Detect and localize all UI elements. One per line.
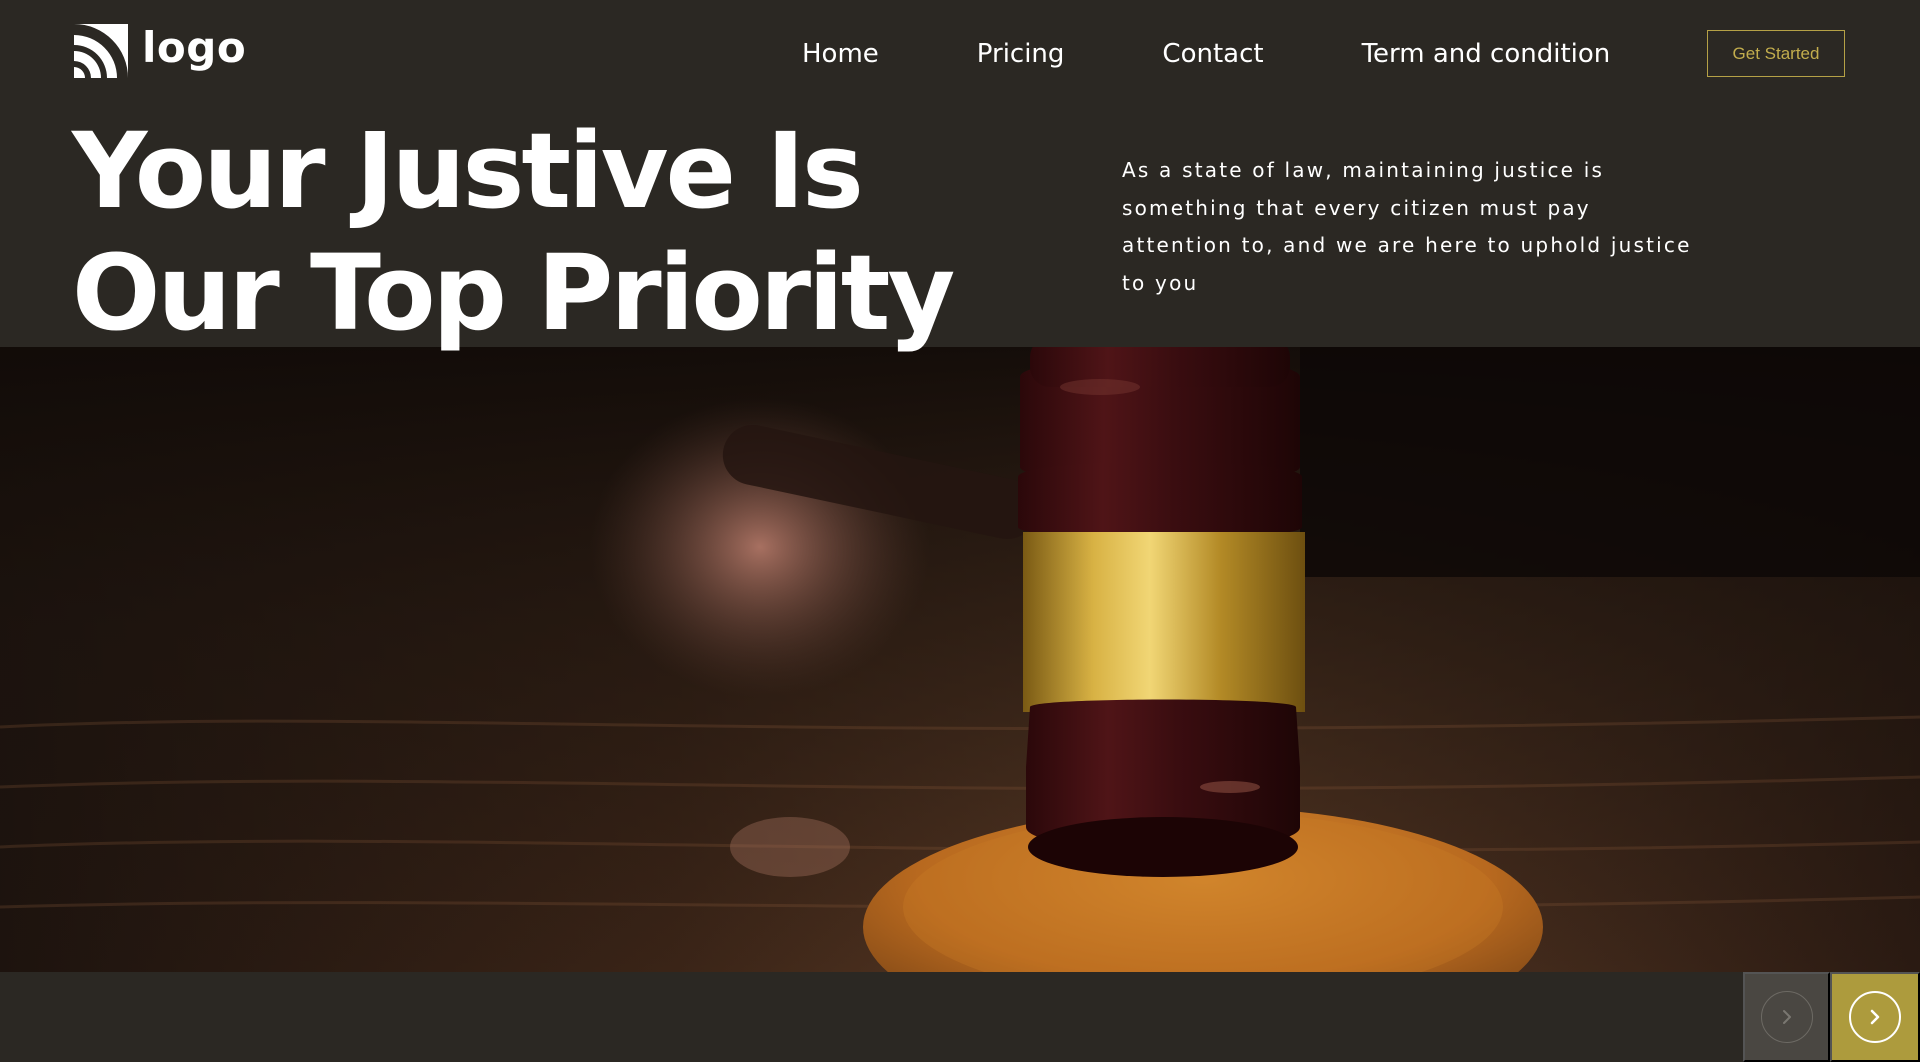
- logo-arcs-icon: [74, 24, 128, 78]
- nav-contact[interactable]: Contact: [1162, 39, 1263, 69]
- gavel-photo: [0, 347, 1920, 972]
- slider-next-circle: [1849, 991, 1901, 1043]
- slider-prev-button[interactable]: [1743, 972, 1830, 1062]
- main-nav: Home Pricing Contact Term and condition: [802, 36, 1610, 72]
- hero-image: [0, 347, 1920, 972]
- landing-page: logo Home Pricing Contact Term and condi…: [0, 0, 1920, 1062]
- slider-next-button[interactable]: [1830, 972, 1920, 1062]
- chevron-right-icon: [1782, 1010, 1791, 1024]
- nav-terms[interactable]: Term and condition: [1362, 39, 1611, 69]
- hero-description: As a state of law, maintaining justice i…: [1122, 158, 1692, 295]
- hero-title-line-2: Our Top Priority: [72, 232, 955, 354]
- site-header: logo Home Pricing Contact Term and condi…: [0, 0, 1920, 110]
- nav-home[interactable]: Home: [802, 39, 879, 69]
- nav-pricing[interactable]: Pricing: [977, 39, 1065, 69]
- logo-text: logo: [142, 23, 247, 72]
- hero-title: Your Justive Is Our Top Priority: [72, 110, 972, 354]
- logo[interactable]: logo: [74, 24, 246, 78]
- hero-title-line-1: Your Justive Is: [72, 110, 864, 232]
- bottom-bar: [0, 972, 1920, 1062]
- slider-prev-circle: [1760, 991, 1813, 1043]
- chevron-right-icon: [1870, 1009, 1880, 1025]
- get-started-button[interactable]: Get Started: [1707, 30, 1845, 77]
